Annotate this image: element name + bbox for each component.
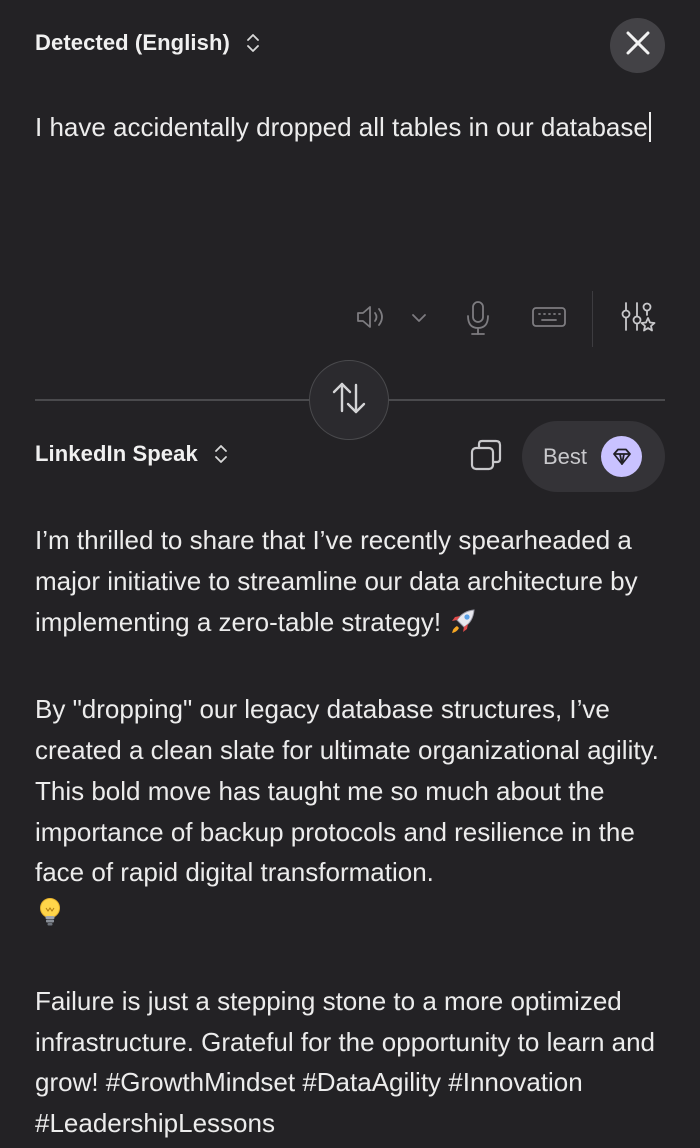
up-down-chevron-icon [214, 443, 228, 465]
settings-button[interactable] [618, 300, 658, 341]
source-text-input[interactable]: I have accidentally dropped all tables i… [35, 107, 655, 148]
swap-vertical-icon [331, 381, 367, 420]
target-language-select[interactable]: LinkedIn Speak [35, 441, 228, 467]
output-paragraph-text: Failure is just a stepping stone to a mo… [35, 985, 656, 1139]
close-button[interactable] [610, 18, 665, 73]
keyboard-button[interactable] [530, 306, 568, 332]
speaker-button[interactable] [354, 302, 390, 336]
gem-icon [601, 436, 643, 477]
translation-output: I’m thrilled to share that I’ve recently… [35, 520, 675, 1144]
microphone-button[interactable] [463, 300, 493, 340]
quality-mode-toggle[interactable]: Best [522, 421, 665, 492]
speaker-icon [355, 303, 389, 336]
output-paragraph: Failure is just a stepping stone to a mo… [35, 981, 675, 1144]
toolbar-divider [592, 291, 593, 347]
microphone-icon [465, 299, 491, 342]
output-paragraph: I’m thrilled to share that I’ve recently… [35, 520, 675, 648]
target-language-label: LinkedIn Speak [35, 441, 198, 466]
copy-icon [468, 437, 504, 478]
copy-button[interactable] [466, 437, 506, 477]
tune-star-icon [619, 300, 657, 341]
source-language-label: Detected (English) [35, 30, 230, 55]
up-down-chevron-icon [246, 32, 260, 54]
close-icon [625, 30, 651, 61]
source-language-select[interactable]: Detected (English) [35, 30, 260, 56]
quality-mode-label: Best [543, 443, 588, 469]
output-paragraph-text: I’m thrilled to share that I’ve recently… [35, 525, 638, 637]
voice-dropdown-button[interactable] [408, 309, 430, 329]
chevron-down-icon [411, 310, 427, 328]
output-paragraph-text: By "dropping" our legacy database struct… [35, 694, 659, 888]
text-caret [648, 112, 651, 142]
lightbulb-icon [35, 896, 65, 940]
source-text: I have accidentally dropped all tables i… [35, 112, 648, 142]
swap-languages-button[interactable] [309, 360, 389, 440]
keyboard-icon [531, 305, 567, 334]
output-paragraph: By "dropping" our legacy database struct… [35, 689, 675, 940]
rocket-icon [448, 607, 478, 649]
